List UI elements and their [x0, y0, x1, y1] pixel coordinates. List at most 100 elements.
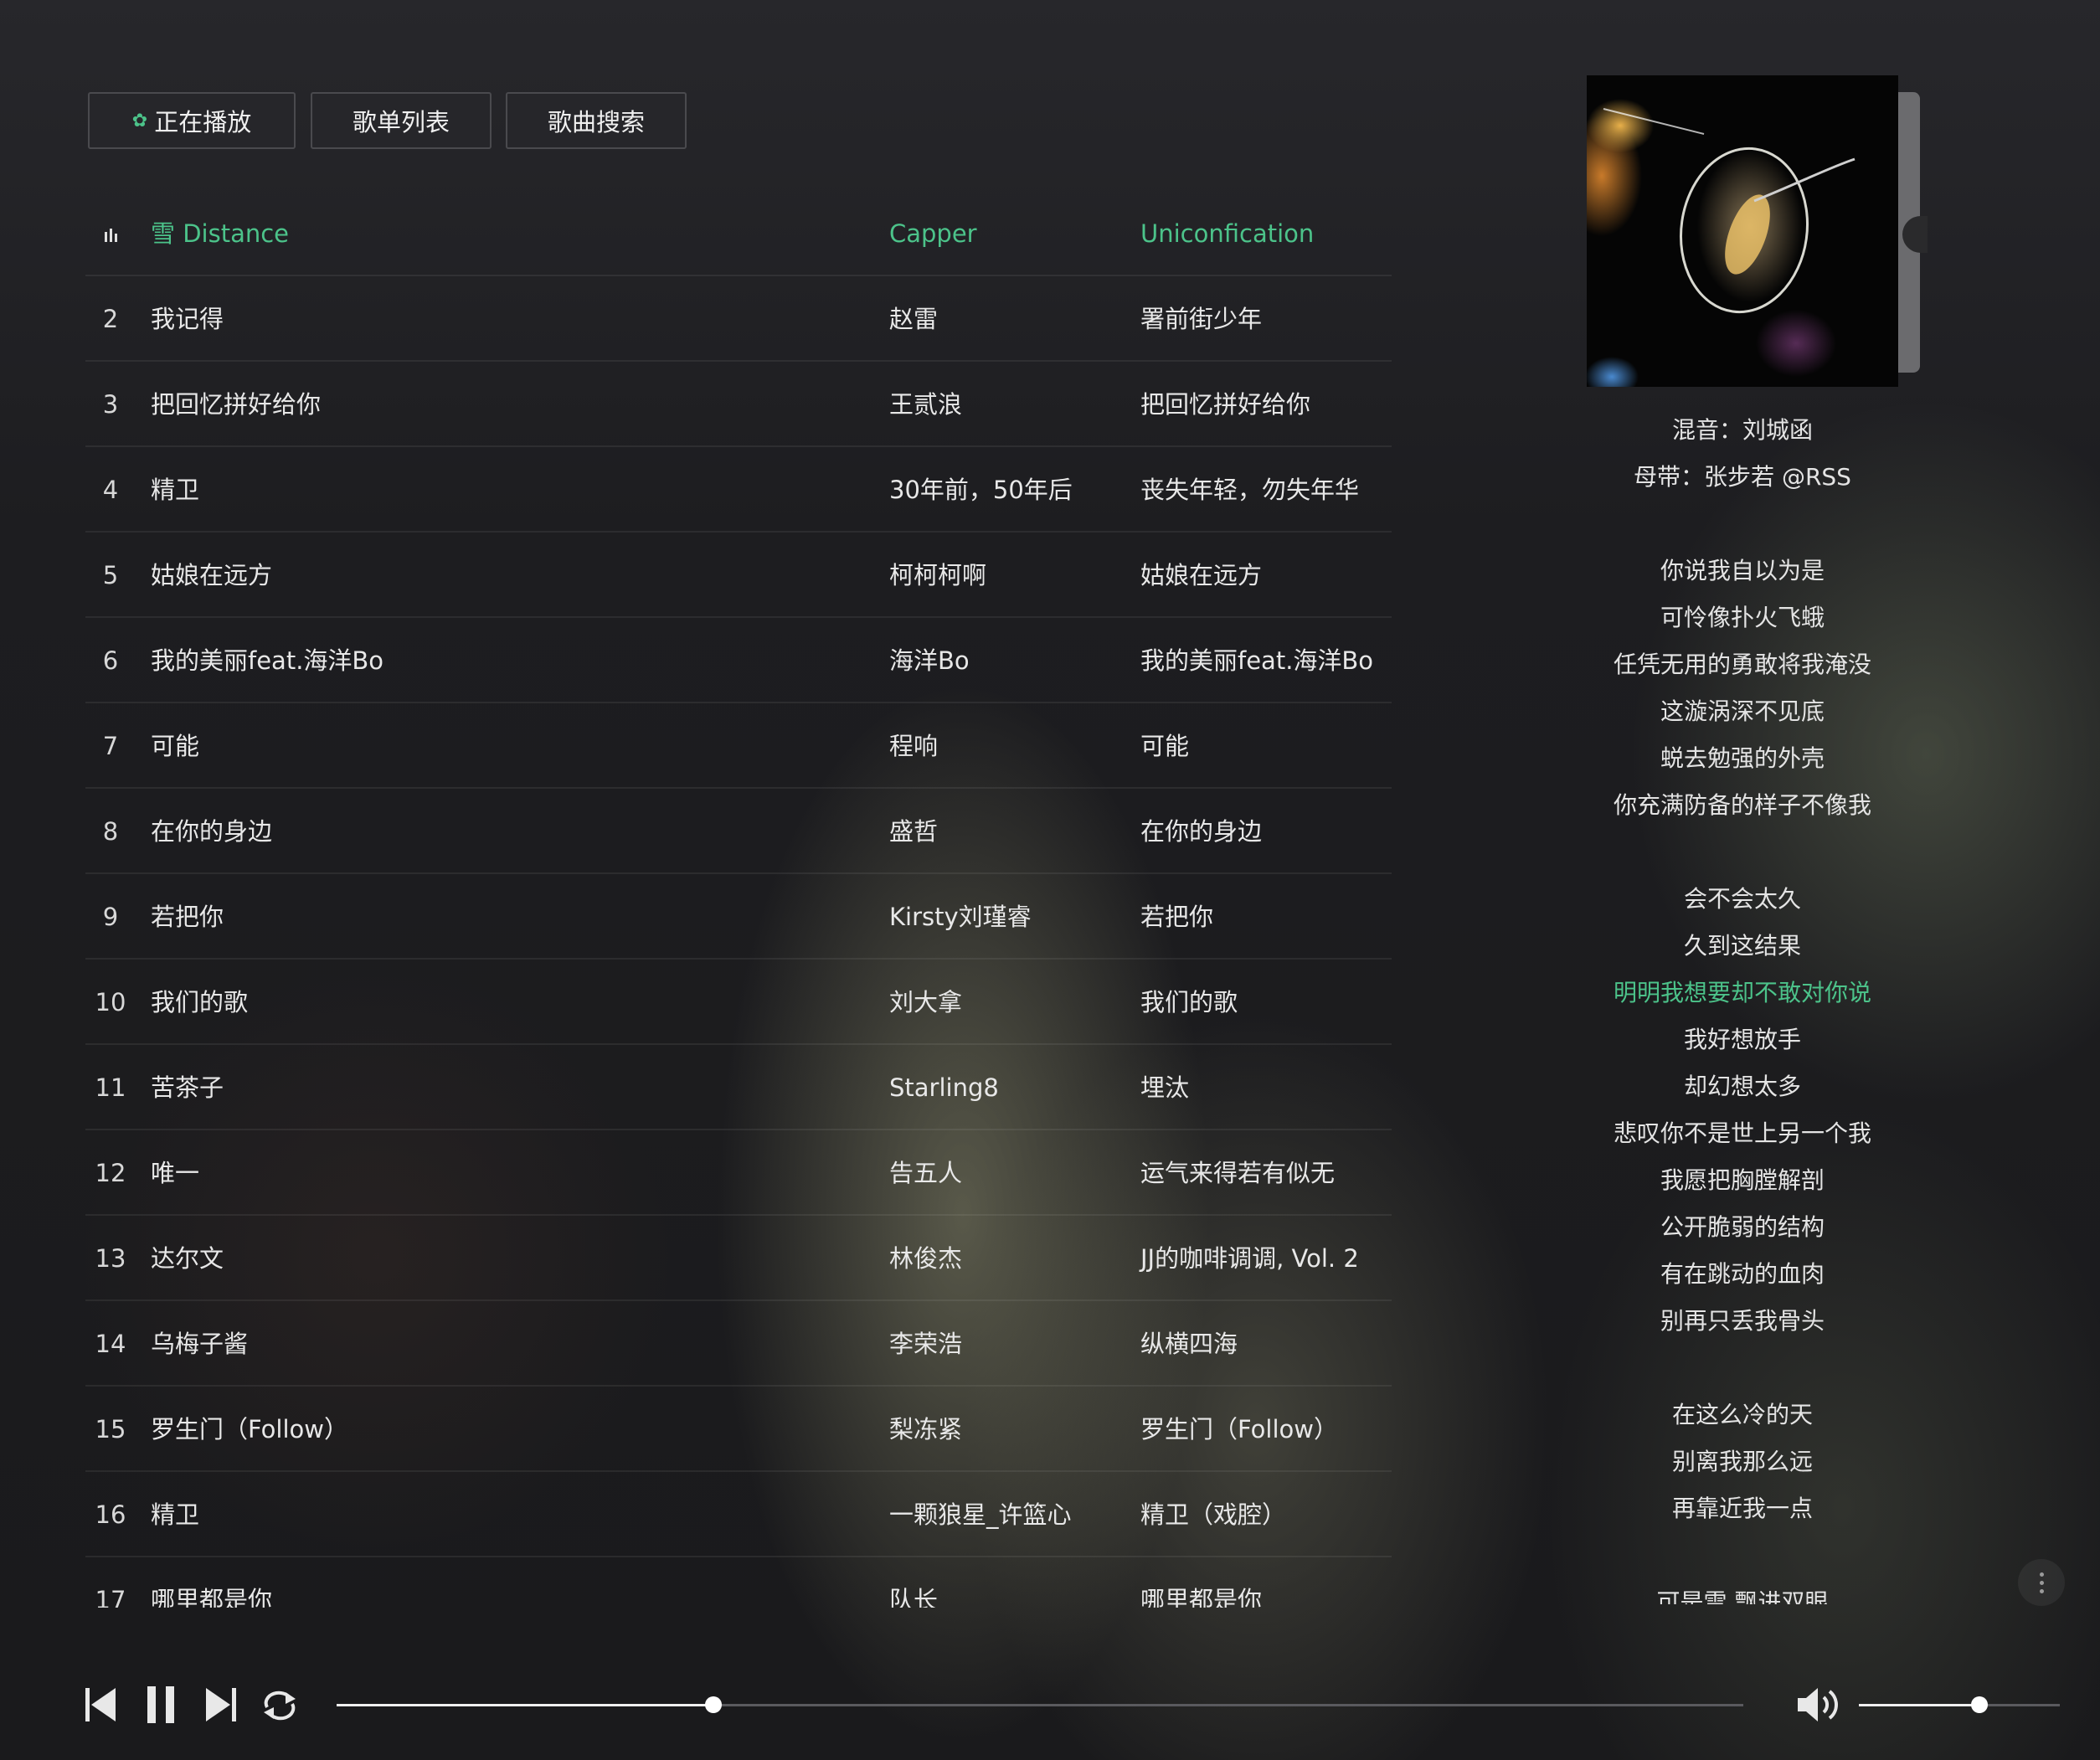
tab-now-playing-label: 正在播放 — [154, 108, 252, 136]
track-number: 10 — [95, 988, 126, 1016]
song-album: 我们的歌 — [1140, 988, 1238, 1016]
song-title: 我的美丽feat.海洋Bo — [151, 646, 384, 675]
song-album: 可能 — [1140, 732, 1190, 760]
lyric-line: 却幻想太多 — [1683, 1073, 1801, 1100]
table-row[interactable]: 9 若把你 Kirsty刘瑾睿 若把你 — [85, 874, 1392, 960]
song-album: 纵横四海 — [1140, 1330, 1238, 1358]
lyric-line: 蜕去勉强的外壳 — [1660, 744, 1825, 772]
equalizer-icon — [85, 191, 136, 276]
repeat-icon — [264, 1691, 296, 1721]
table-row[interactable]: 3 把回忆拼好给你 王贰浪 把回忆拼好给你 — [85, 362, 1392, 447]
album-cover — [1587, 75, 1898, 387]
lyric-line — [1587, 1532, 1898, 1579]
song-artist: 盛哲 — [889, 817, 939, 846]
previous-icon — [85, 1688, 116, 1721]
lyric-line — [1587, 829, 1898, 876]
song-title: 我们的歌 — [151, 988, 249, 1016]
table-row[interactable]: 15 罗生门（Follow） 梨冻紧 罗生门（Follow） — [85, 1387, 1392, 1472]
song-artist: 刘大拿 — [889, 988, 963, 1016]
song-artist: 一颗狼星_许篮心 — [889, 1500, 1072, 1529]
tab-playlists[interactable]: 歌单列表 — [311, 92, 492, 149]
table-row[interactable]: 12 唯一 告五人 运气来得若有似无 — [85, 1130, 1392, 1216]
table-row[interactable]: 11 苦茶子 Starling8 埋汰 — [85, 1045, 1392, 1130]
lyric-line: 别离我那么远 — [1671, 1448, 1813, 1475]
more-dot — [2039, 1572, 2044, 1577]
pause-button[interactable] — [141, 1681, 181, 1728]
track-number: 12 — [95, 1159, 126, 1187]
lyric-line: 可是雪 飘进双眼 — [1656, 1588, 1829, 1604]
table-row[interactable]: 4 精卫 30年前，50年后 丧失年轻，勿失年华 — [85, 447, 1392, 533]
volume-handle[interactable] — [1971, 1696, 1988, 1713]
lyric-line: 我愿把胸膛解剖 — [1660, 1166, 1825, 1194]
table-row[interactable]: 6 我的美丽feat.海洋Bo 海洋Bo 我的美丽feat.海洋Bo — [85, 618, 1392, 703]
song-album: 在你的身边 — [1140, 817, 1263, 846]
song-title: 我记得 — [151, 305, 224, 333]
pause-icon — [147, 1686, 174, 1723]
table-row[interactable]: 7 可能 程响 可能 — [85, 703, 1392, 789]
song-album: 埋汰 — [1140, 1073, 1190, 1102]
table-row[interactable]: 2 我记得 赵雷 署前街少年 — [85, 276, 1392, 362]
song-artist: Capper — [889, 219, 977, 248]
previous-button[interactable] — [80, 1681, 121, 1728]
table-row[interactable]: 16 精卫 一颗狼星_许篮心 精卫（戏腔） — [85, 1472, 1392, 1557]
more-options-button[interactable] — [2018, 1559, 2065, 1606]
repeat-button[interactable] — [258, 1681, 301, 1728]
track-number: 8 — [102, 817, 119, 846]
song-credits: 混音：刘城函 母带：张步若 @RSS — [1587, 407, 1898, 501]
lyric-line: 可怜像扑火飞蛾 — [1660, 604, 1825, 631]
song-artist: 程响 — [889, 732, 939, 760]
progress-bar[interactable] — [337, 1696, 1743, 1713]
song-album: 署前街少年 — [1140, 305, 1263, 333]
volume-button[interactable] — [1795, 1681, 1842, 1728]
song-title: 精卫 — [151, 476, 200, 504]
next-icon — [206, 1688, 236, 1721]
lyric-line: 任凭无用的勇敢将我淹没 — [1613, 651, 1871, 678]
song-album: 丧失年轻，勿失年华 — [1140, 476, 1360, 504]
tab-song-search-label: 歌曲搜索 — [547, 108, 645, 136]
song-album: Uniconfication — [1140, 219, 1315, 248]
next-button[interactable] — [201, 1681, 241, 1728]
song-artist: 30年前，50年后 — [889, 476, 1073, 504]
lyric-line-active: 明明我想要却不敢对你说 — [1613, 979, 1871, 1006]
table-row[interactable]: 8 在你的身边 盛哲 在你的身边 — [85, 789, 1392, 874]
song-album: 若把你 — [1140, 903, 1214, 931]
table-row[interactable]: 17 哪里都是你 队长 哪里都是你 — [85, 1557, 1392, 1608]
song-album: JJ的咖啡调调, Vol. 2 — [1140, 1244, 1359, 1273]
table-row[interactable]: 10 我们的歌 刘大拿 我们的歌 — [85, 960, 1392, 1045]
tab-song-search[interactable]: 歌曲搜索 — [506, 92, 687, 149]
song-artist: 海洋Bo — [889, 646, 970, 675]
table-row-now-playing[interactable]: 雪 Distance Capper Uniconfication — [85, 191, 1392, 276]
song-title: 精卫 — [151, 1500, 200, 1529]
lyric-line: 悲叹你不是世上另一个我 — [1613, 1119, 1871, 1147]
more-dot — [2039, 1580, 2044, 1585]
table-row[interactable]: 5 姑娘在远方 柯柯柯啊 姑娘在远方 — [85, 533, 1392, 618]
song-title: 苦茶子 — [151, 1073, 224, 1102]
song-album: 我的美丽feat.海洋Bo — [1140, 646, 1374, 675]
lyric-line: 久到这结果 — [1683, 932, 1801, 960]
lyric-line: 再靠近我一点 — [1671, 1495, 1813, 1522]
song-title: 把回忆拼好给你 — [151, 390, 322, 419]
song-album: 哪里都是你 — [1140, 1586, 1263, 1608]
song-artist: 王贰浪 — [889, 390, 963, 419]
credit-mastering: 母带：张步若 @RSS — [1634, 463, 1851, 491]
track-number: 16 — [95, 1500, 126, 1529]
track-number: 7 — [102, 732, 119, 760]
track-number: 3 — [102, 390, 119, 419]
song-title: 罗生门（Follow） — [151, 1415, 348, 1444]
song-artist: 李荣浩 — [889, 1330, 963, 1358]
flower-icon: ✿ — [131, 110, 148, 131]
progress-fill — [337, 1704, 714, 1706]
table-row[interactable]: 14 乌梅子酱 李荣浩 纵横四海 — [85, 1301, 1392, 1387]
song-album: 把回忆拼好给你 — [1140, 390, 1311, 419]
song-list: 雪 Distance Capper Uniconfication 2 我记得 赵雷 署前街少… — [85, 191, 1392, 1608]
lyric-line: 在这么冷的天 — [1671, 1401, 1813, 1428]
song-artist: 告五人 — [889, 1159, 963, 1187]
table-row[interactable]: 13 达尔文 林俊杰 JJ的咖啡调调, Vol. 2 — [85, 1216, 1392, 1301]
song-artist: 林俊杰 — [889, 1244, 963, 1273]
song-artist: Kirsty刘瑾睿 — [889, 903, 1032, 931]
track-number: 9 — [102, 903, 119, 931]
more-dot — [2039, 1588, 2044, 1593]
volume-slider[interactable] — [1859, 1696, 2060, 1713]
song-title: 哪里都是你 — [151, 1586, 273, 1608]
tab-now-playing[interactable]: ✿ 正在播放 — [88, 92, 296, 149]
